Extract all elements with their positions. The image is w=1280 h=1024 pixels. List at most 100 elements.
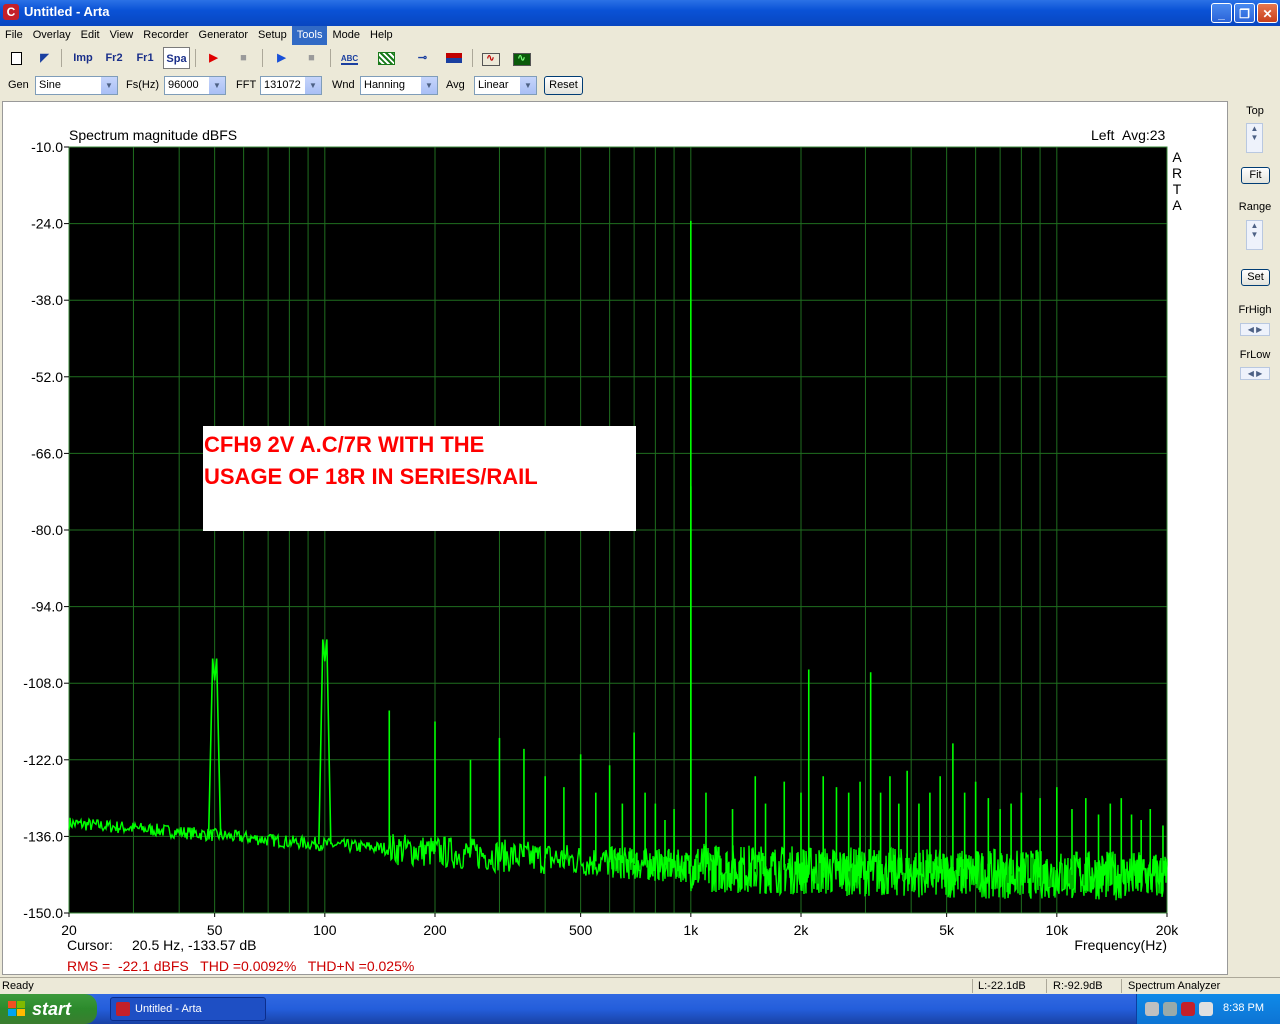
generator-stop-button[interactable]: ■ [300,47,323,69]
x-tick-label: 20 [61,922,77,938]
menu-help[interactable]: Help [365,26,398,45]
menu-mode[interactable]: Mode [327,26,365,45]
frlow-spinner[interactable]: ◀ ▶ [1240,367,1270,380]
reset-button[interactable]: Reset [544,76,583,95]
grid-button[interactable] [375,47,398,69]
fs-select[interactable]: 96000 ▼ [164,76,226,95]
range-spinner[interactable]: ▲ ▼ [1246,220,1263,250]
y-tick-label: -150.0 [23,905,63,921]
avg-label: Avg [446,79,465,91]
annotate-button[interactable]: ABC [338,47,361,69]
y-tick-label: -38.0 [31,292,63,308]
spa-mode-button[interactable]: Spa [163,47,190,69]
fft-select[interactable]: 131072 ▼ [260,76,322,95]
open-arrow-icon: ◤ [40,52,49,64]
close-button[interactable]: ✕ [1257,3,1278,23]
chevron-down-icon: ▼ [305,77,321,94]
menu-setup[interactable]: Setup [253,26,292,45]
flag-icon [445,53,462,63]
wnd-label: Wnd [332,79,355,91]
stop-icon: ■ [308,52,315,64]
abc-icon: ABC [340,54,359,65]
menu-recorder[interactable]: Recorder [138,26,193,45]
frlow-label: FrLow [1239,349,1271,361]
x-axis-label: Frequency(Hz) [1074,937,1167,953]
y-tick-label: -52.0 [31,369,63,385]
y-axis-ticks: -10.0 -24.0 -38.0 -52.0 -66.0 -80.0 -94.0 -108.… [23,139,69,921]
menu-tools[interactable]: Tools [291,26,328,45]
menu-overlay[interactable]: Overlay [28,26,76,45]
fr2-mode-button[interactable]: Fr2 [101,47,127,69]
set-button[interactable]: Set [1241,269,1270,286]
frhigh-label: FrHigh [1238,304,1272,316]
cursor-button[interactable]: ⊸ [411,47,434,69]
fr1-mode-button[interactable]: Fr1 [132,47,158,69]
shield-icon[interactable] [1181,1002,1195,1016]
arta-watermark: ARTA [1172,149,1182,213]
generator-bar: Gen Sine ▼ Fs(Hz) 96000 ▼ FFT 131072 ▼ Wnd … [0,73,1280,99]
annotation-line-1: CFH9 2V A.C/7R WITH THE [204,432,484,457]
wnd-select[interactable]: Hanning ▼ [360,76,438,95]
right-control-panel: Top ▲ ▼ Fit Range ▲ ▼ Set FrHigh ◀ ▶ FrLow… [1232,101,1280,975]
chevron-down-icon: ▼ [101,77,117,94]
arta-letter: T [1173,181,1182,197]
scope-button[interactable]: ∿ [510,47,533,69]
spectrum-chart[interactable]: Spectrum magnitude dBFS Left Avg:23 ARTA… [3,102,1227,974]
chevron-down-icon: ▼ [1250,230,1259,239]
avg-select[interactable]: Linear ▼ [474,76,537,95]
windows-logo-icon [8,1001,25,1016]
record-play-button[interactable]: ▶ [202,47,225,69]
minimize-button[interactable]: _ [1211,3,1232,23]
x-tick-label: 50 [207,922,223,938]
menu-edit[interactable]: Edit [76,26,105,45]
new-file-icon [11,52,22,65]
network-icon[interactable] [1145,1002,1159,1016]
menu-file[interactable]: File [0,26,28,45]
frhigh-spinner[interactable]: ◀ ▶ [1240,323,1270,336]
gen-label: Gen [8,79,29,91]
title-bar: C Untitled - Arta _ ❐ ✕ [0,0,1280,26]
fit-button[interactable]: Fit [1241,167,1270,184]
generator-play-button[interactable]: ▶ [270,47,293,69]
annotation-line-2: USAGE OF 18R IN SERIES/RAIL [204,464,538,489]
chevron-up-icon: ▲ [1250,124,1259,133]
range-label: Range [1238,201,1272,213]
restore-button[interactable]: ❐ [1234,3,1255,23]
chevron-up-icon: ▲ [1250,221,1259,230]
y-tick-label: -24.0 [31,216,63,232]
open-file-button[interactable]: ◤ [33,47,56,69]
taskbar: start Untitled - Arta 8:38 PM [0,994,1280,1024]
status-bar: Ready L:-22.1dB R:-92.9dB Spectrum Analy… [0,977,1280,995]
top-spinner[interactable]: ▲ ▼ [1246,123,1263,153]
top-label: Top [1246,105,1264,117]
y-tick-label: -122.0 [23,752,63,768]
chevron-left-icon: ◀ [1247,325,1254,334]
status-right-level: R:-92.9dB [1053,980,1103,992]
average-count: Avg:23 [1122,127,1166,143]
gen-select[interactable]: Sine ▼ [35,76,118,95]
taskbar-item-arta[interactable]: Untitled - Arta [110,997,266,1021]
impulse-mode-button[interactable]: Imp [70,47,96,69]
new-file-button[interactable] [5,47,28,69]
y-tick-label: -108.0 [23,675,63,691]
arta-app-icon [116,1002,130,1016]
status-ready: Ready [2,980,34,992]
x-tick-label: 2k [794,922,810,938]
x-tick-label: 100 [313,922,337,938]
striped-icon [378,52,395,65]
wave-button[interactable]: ∿ [479,47,502,69]
arta-letter: R [1172,165,1182,181]
start-button[interactable]: start [0,994,97,1024]
speaker-icon[interactable] [1163,1002,1177,1016]
fft-label: FFT [236,79,257,91]
measurement-stats: RMS = -22.1 dBFS THD =0.0092% THD+N =0.0… [67,958,414,974]
channels-button[interactable] [442,47,465,69]
menu-view[interactable]: View [105,26,139,45]
record-stop-button[interactable]: ■ [232,47,255,69]
arta-letter: A [1172,197,1182,213]
status-left-level: L:-22.1dB [978,980,1026,992]
y-tick-label: -94.0 [31,599,63,615]
arta-app-icon[interactable]: C [3,4,19,20]
menu-generator[interactable]: Generator [194,26,254,45]
antivirus-icon[interactable] [1199,1002,1213,1016]
